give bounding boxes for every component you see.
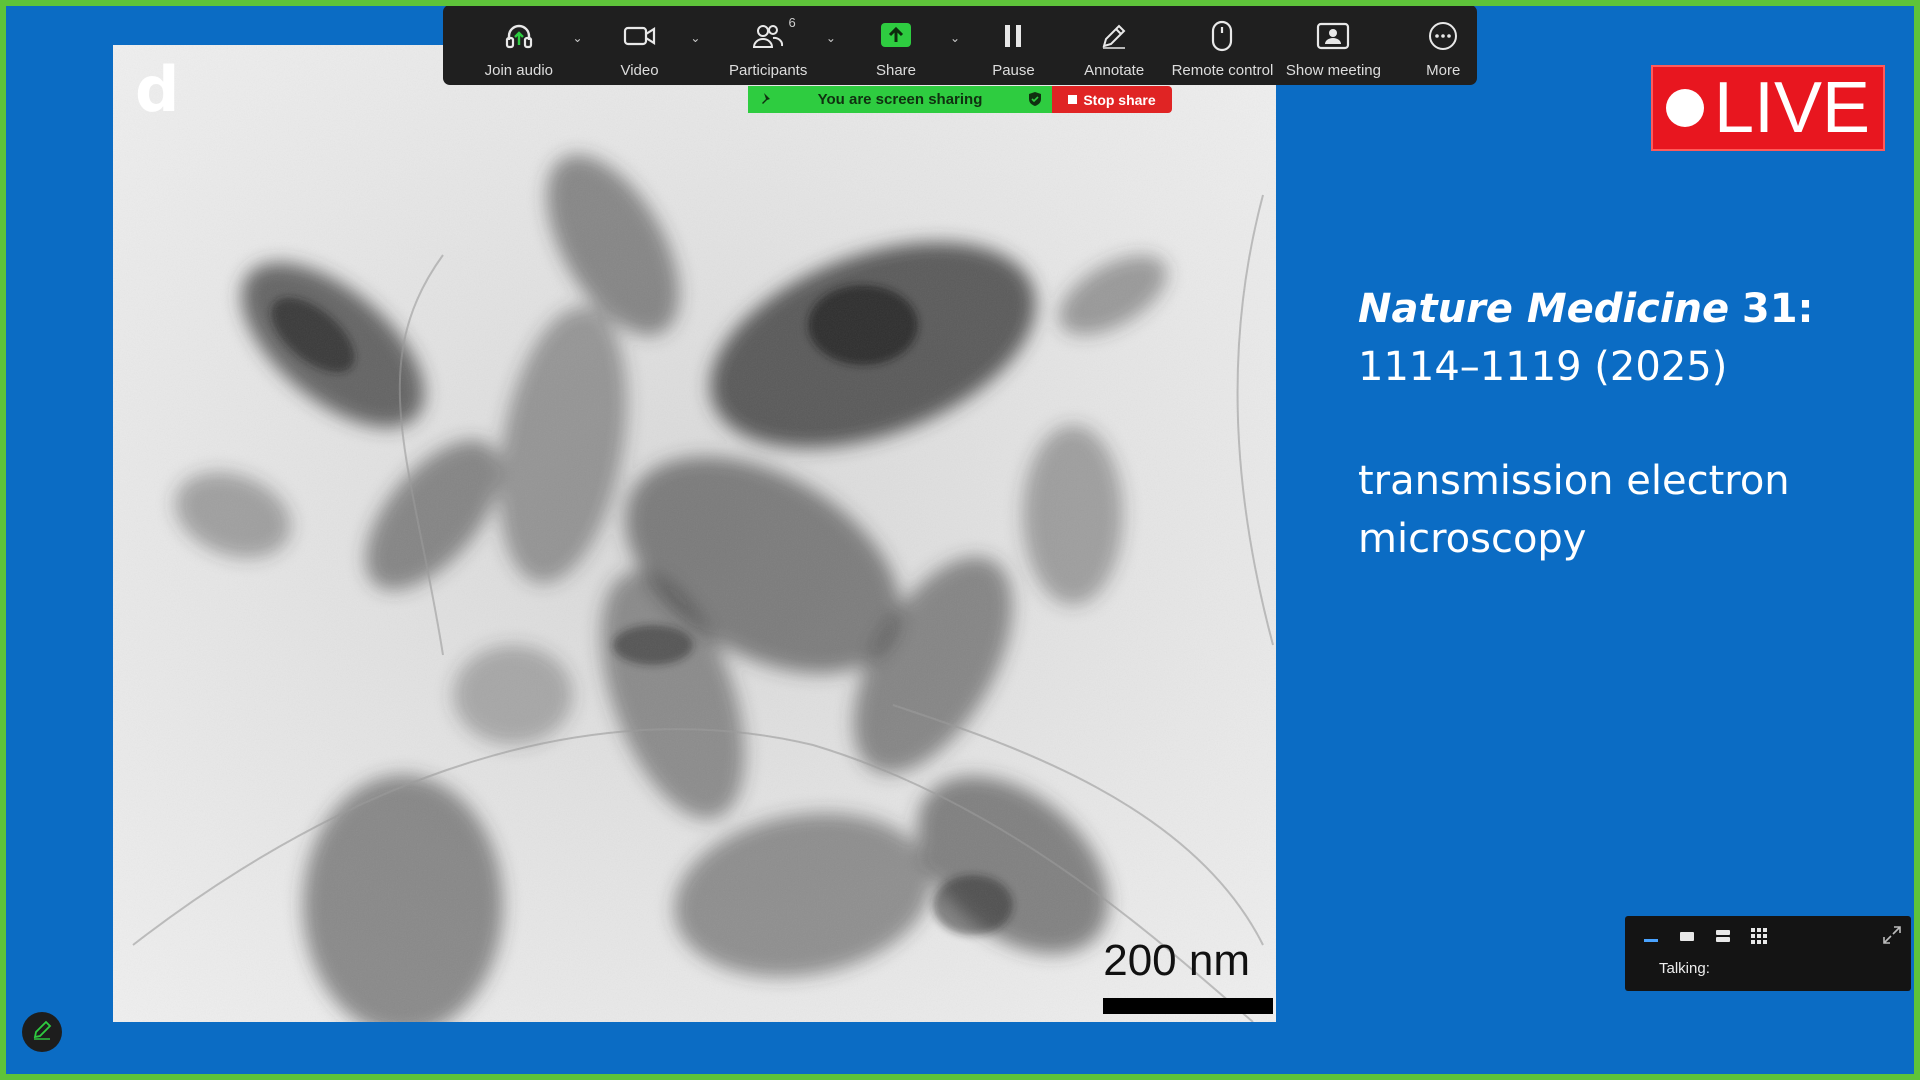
- scale-bar-label: 200 nm: [1103, 936, 1250, 985]
- video-label: Video: [620, 62, 659, 79]
- live-text: LIVE: [1713, 68, 1871, 148]
- citation-pages-year: 1114–1119 (2025): [1358, 344, 1728, 390]
- audio-options-chevron-icon[interactable]: ⌄: [573, 31, 583, 45]
- scale-bar: [1103, 998, 1273, 1014]
- expand-icon[interactable]: [1881, 924, 1903, 951]
- stop-share-button[interactable]: Stop share: [1052, 86, 1172, 113]
- live-badge: LIVE: [1651, 65, 1885, 151]
- share-screen-icon: [879, 19, 913, 53]
- pause-icon: [996, 19, 1030, 53]
- mini-video-panel: Talking:: [1625, 916, 1911, 991]
- participants-icon: [751, 19, 785, 53]
- show-meeting-label: Show meeting: [1285, 62, 1381, 79]
- talking-label: Talking:: [1659, 960, 1710, 977]
- citation-journal: Nature Medicine: [1358, 286, 1730, 332]
- video-options-chevron-icon[interactable]: ⌄: [690, 31, 700, 45]
- slide-text-block: Nature Medicine 31: 1114–1119 (2025) tra…: [1358, 280, 1858, 568]
- micrograph-texture: [113, 45, 1276, 1022]
- panel-letter: d: [135, 53, 180, 126]
- share-options-chevron-icon[interactable]: ⌄: [950, 31, 960, 45]
- pause-share-button[interactable]: Pause: [970, 5, 1057, 85]
- join-audio-button[interactable]: Join audio ⌄: [461, 5, 583, 85]
- video-button[interactable]: Video ⌄: [585, 5, 700, 85]
- view-options: [1641, 926, 1769, 946]
- remote-control-label: Remote control: [1171, 62, 1274, 79]
- share-button[interactable]: Share ⌄: [846, 5, 960, 85]
- screen-sharing-text: You are screen sharing: [817, 91, 983, 108]
- citation: Nature Medicine 31: 1114–1119 (2025): [1358, 280, 1858, 396]
- shield-icon: [1028, 91, 1042, 111]
- participants-options-chevron-icon[interactable]: ⌄: [826, 31, 836, 45]
- video-camera-icon: [623, 19, 657, 53]
- live-dot-icon: [1665, 89, 1704, 127]
- screen-sharing-banner[interactable]: You are screen sharing: [748, 86, 1052, 113]
- show-meeting-icon: [1316, 19, 1350, 53]
- stop-square-icon: [1068, 95, 1078, 104]
- participants-button[interactable]: 6 Participants ⌄: [708, 5, 836, 85]
- join-audio-label: Join audio: [484, 62, 553, 79]
- citation-volume: 31: [1741, 286, 1798, 332]
- more-button[interactable]: More: [1410, 5, 1477, 85]
- participants-label: Participants: [728, 62, 808, 79]
- tem-micrograph-image: d 200 nm: [113, 45, 1276, 1022]
- annotate-label: Annotate: [1084, 62, 1145, 79]
- description-line-1: transmission electron: [1358, 458, 1790, 504]
- pen-icon: [31, 1019, 53, 1046]
- remote-control-button[interactable]: Remote control: [1168, 5, 1278, 85]
- more-label: More: [1426, 62, 1461, 79]
- participants-count-badge: 6: [788, 15, 796, 30]
- annotate-button[interactable]: Annotate: [1071, 5, 1158, 85]
- headphones-icon: [502, 19, 536, 53]
- more-dots-icon: [1426, 19, 1460, 53]
- minimize-view-button[interactable]: [1641, 926, 1661, 946]
- mouse-icon: [1205, 19, 1239, 53]
- single-view-button[interactable]: [1677, 926, 1697, 946]
- show-meeting-button[interactable]: Show meeting: [1283, 5, 1383, 85]
- annotation-pen-button[interactable]: [22, 1012, 62, 1052]
- pin-icon: [760, 91, 774, 111]
- stop-share-label: Stop share: [1083, 91, 1156, 108]
- meeting-toolbar: Join audio ⌄ Video ⌄ 6 Participants ⌄ Sh…: [443, 5, 1477, 85]
- pause-label: Pause: [992, 62, 1035, 79]
- pencil-icon: [1097, 19, 1131, 53]
- citation-colon: :: [1797, 286, 1814, 332]
- share-label: Share: [875, 62, 917, 79]
- description-line-2: microscopy: [1358, 516, 1587, 562]
- split-view-button[interactable]: [1713, 926, 1733, 946]
- slide-description: transmission electron microscopy: [1358, 452, 1858, 568]
- grid-view-button[interactable]: [1749, 926, 1769, 946]
